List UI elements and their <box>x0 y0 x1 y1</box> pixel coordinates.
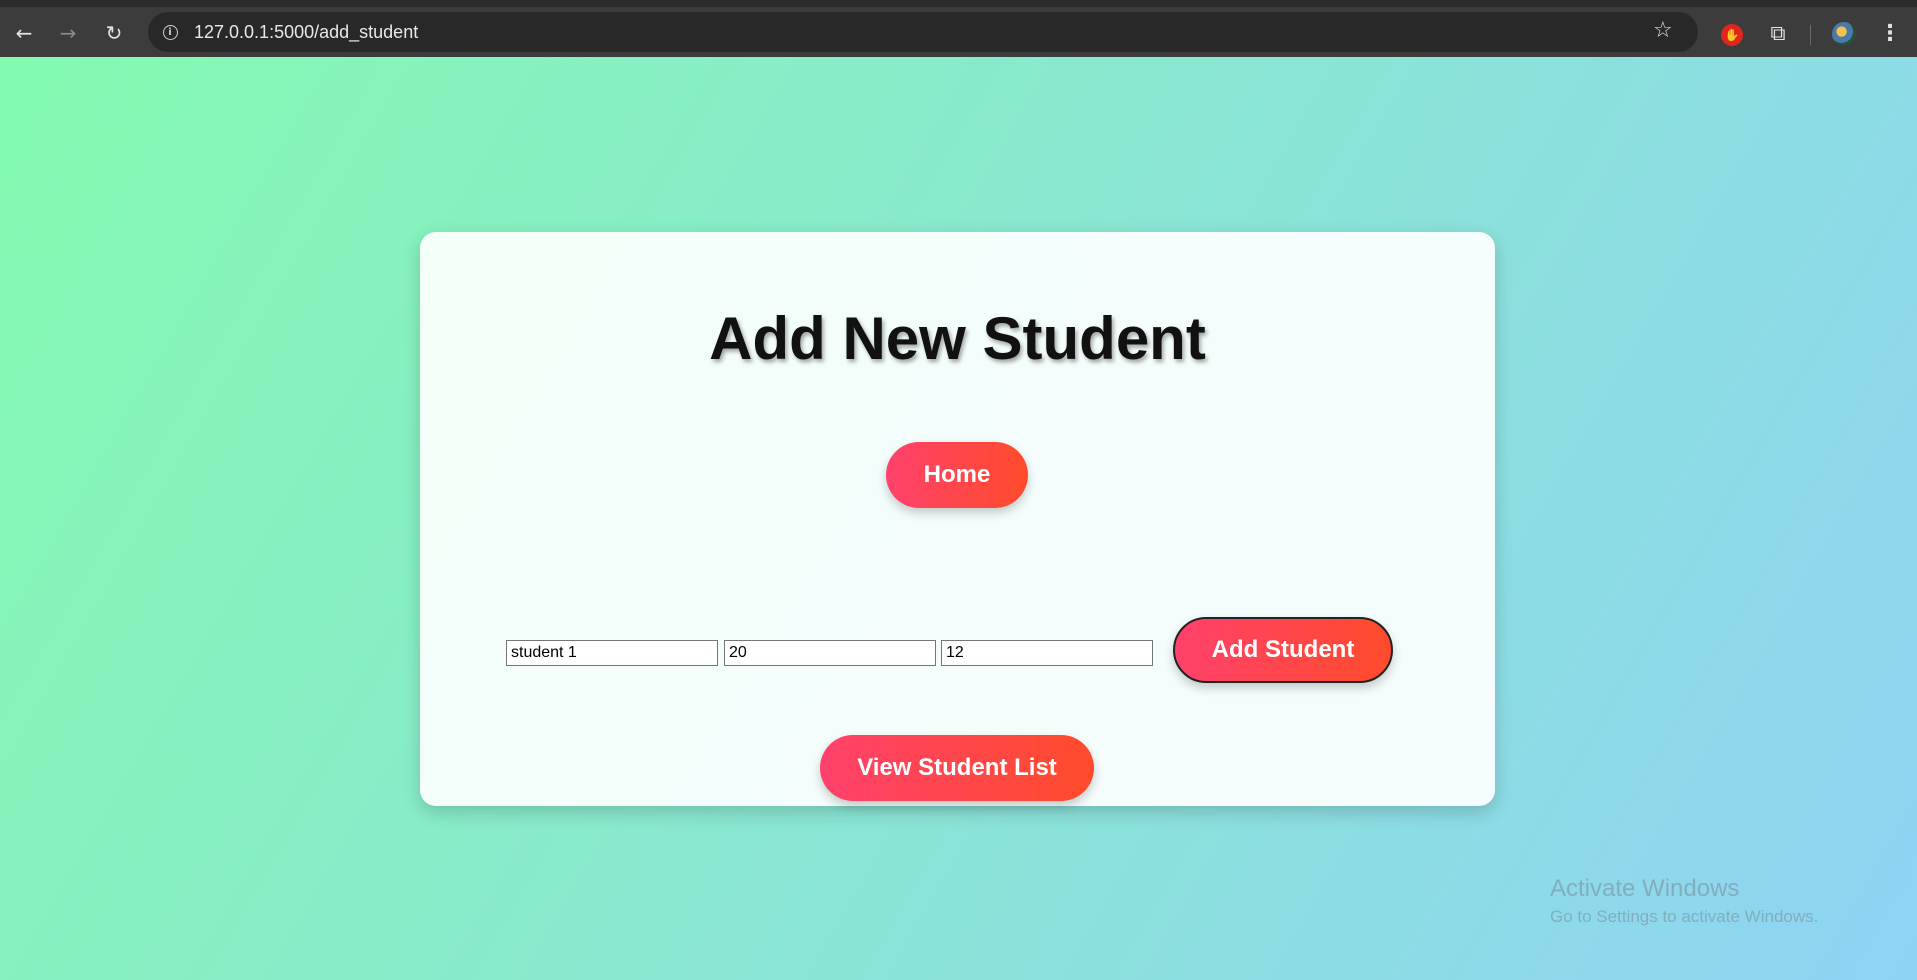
age-input[interactable] <box>724 640 936 666</box>
grade-input[interactable] <box>941 640 1153 666</box>
site-info-button[interactable]: i <box>158 20 182 44</box>
watermark-title: Activate Windows <box>1550 875 1740 902</box>
back-button[interactable]: ← <box>6 15 42 51</box>
star-icon[interactable]: ☆ <box>1653 18 1673 43</box>
address-bar[interactable]: i 127.0.0.1:5000/add_student ☆ <box>148 12 1698 52</box>
reload-button[interactable]: ↻ <box>96 15 132 51</box>
kebab-icon[interactable]: ⋮ <box>1878 20 1902 48</box>
home-button[interactable]: Home <box>886 442 1028 508</box>
arrow-right-icon: → <box>59 21 77 45</box>
info-icon: i <box>162 24 178 40</box>
form-card: Add New Student Home Add Student View St… <box>420 232 1495 806</box>
watermark-subtitle: Go to Settings to activate Windows. <box>1550 907 1819 926</box>
url-text[interactable]: 127.0.0.1:5000/add_student <box>194 22 418 43</box>
stop-hand-icon[interactable]: ✋ <box>1721 24 1743 46</box>
reload-icon: ↻ <box>105 21 123 45</box>
browser-toolbar: ← → ↻ i 127.0.0.1:5000/add_student ☆ ✋ ⧉… <box>0 0 1917 57</box>
toolbar-divider <box>1810 25 1811 45</box>
forward-button[interactable]: → <box>50 15 86 51</box>
page-background: Add New Student Home Add Student View St… <box>0 57 1917 980</box>
view-student-list-button[interactable]: View Student List <box>820 735 1094 801</box>
avatar[interactable] <box>1832 22 1856 46</box>
name-input[interactable] <box>506 640 718 666</box>
arrow-left-icon: ← <box>15 21 33 45</box>
puzzle-icon[interactable]: ⧉ <box>1765 20 1791 46</box>
page-title: Add New Student <box>709 305 1206 372</box>
add-student-button[interactable]: Add Student <box>1173 617 1393 683</box>
windows-activation-watermark: Activate Windows Go to Settings to activ… <box>1550 875 1818 927</box>
